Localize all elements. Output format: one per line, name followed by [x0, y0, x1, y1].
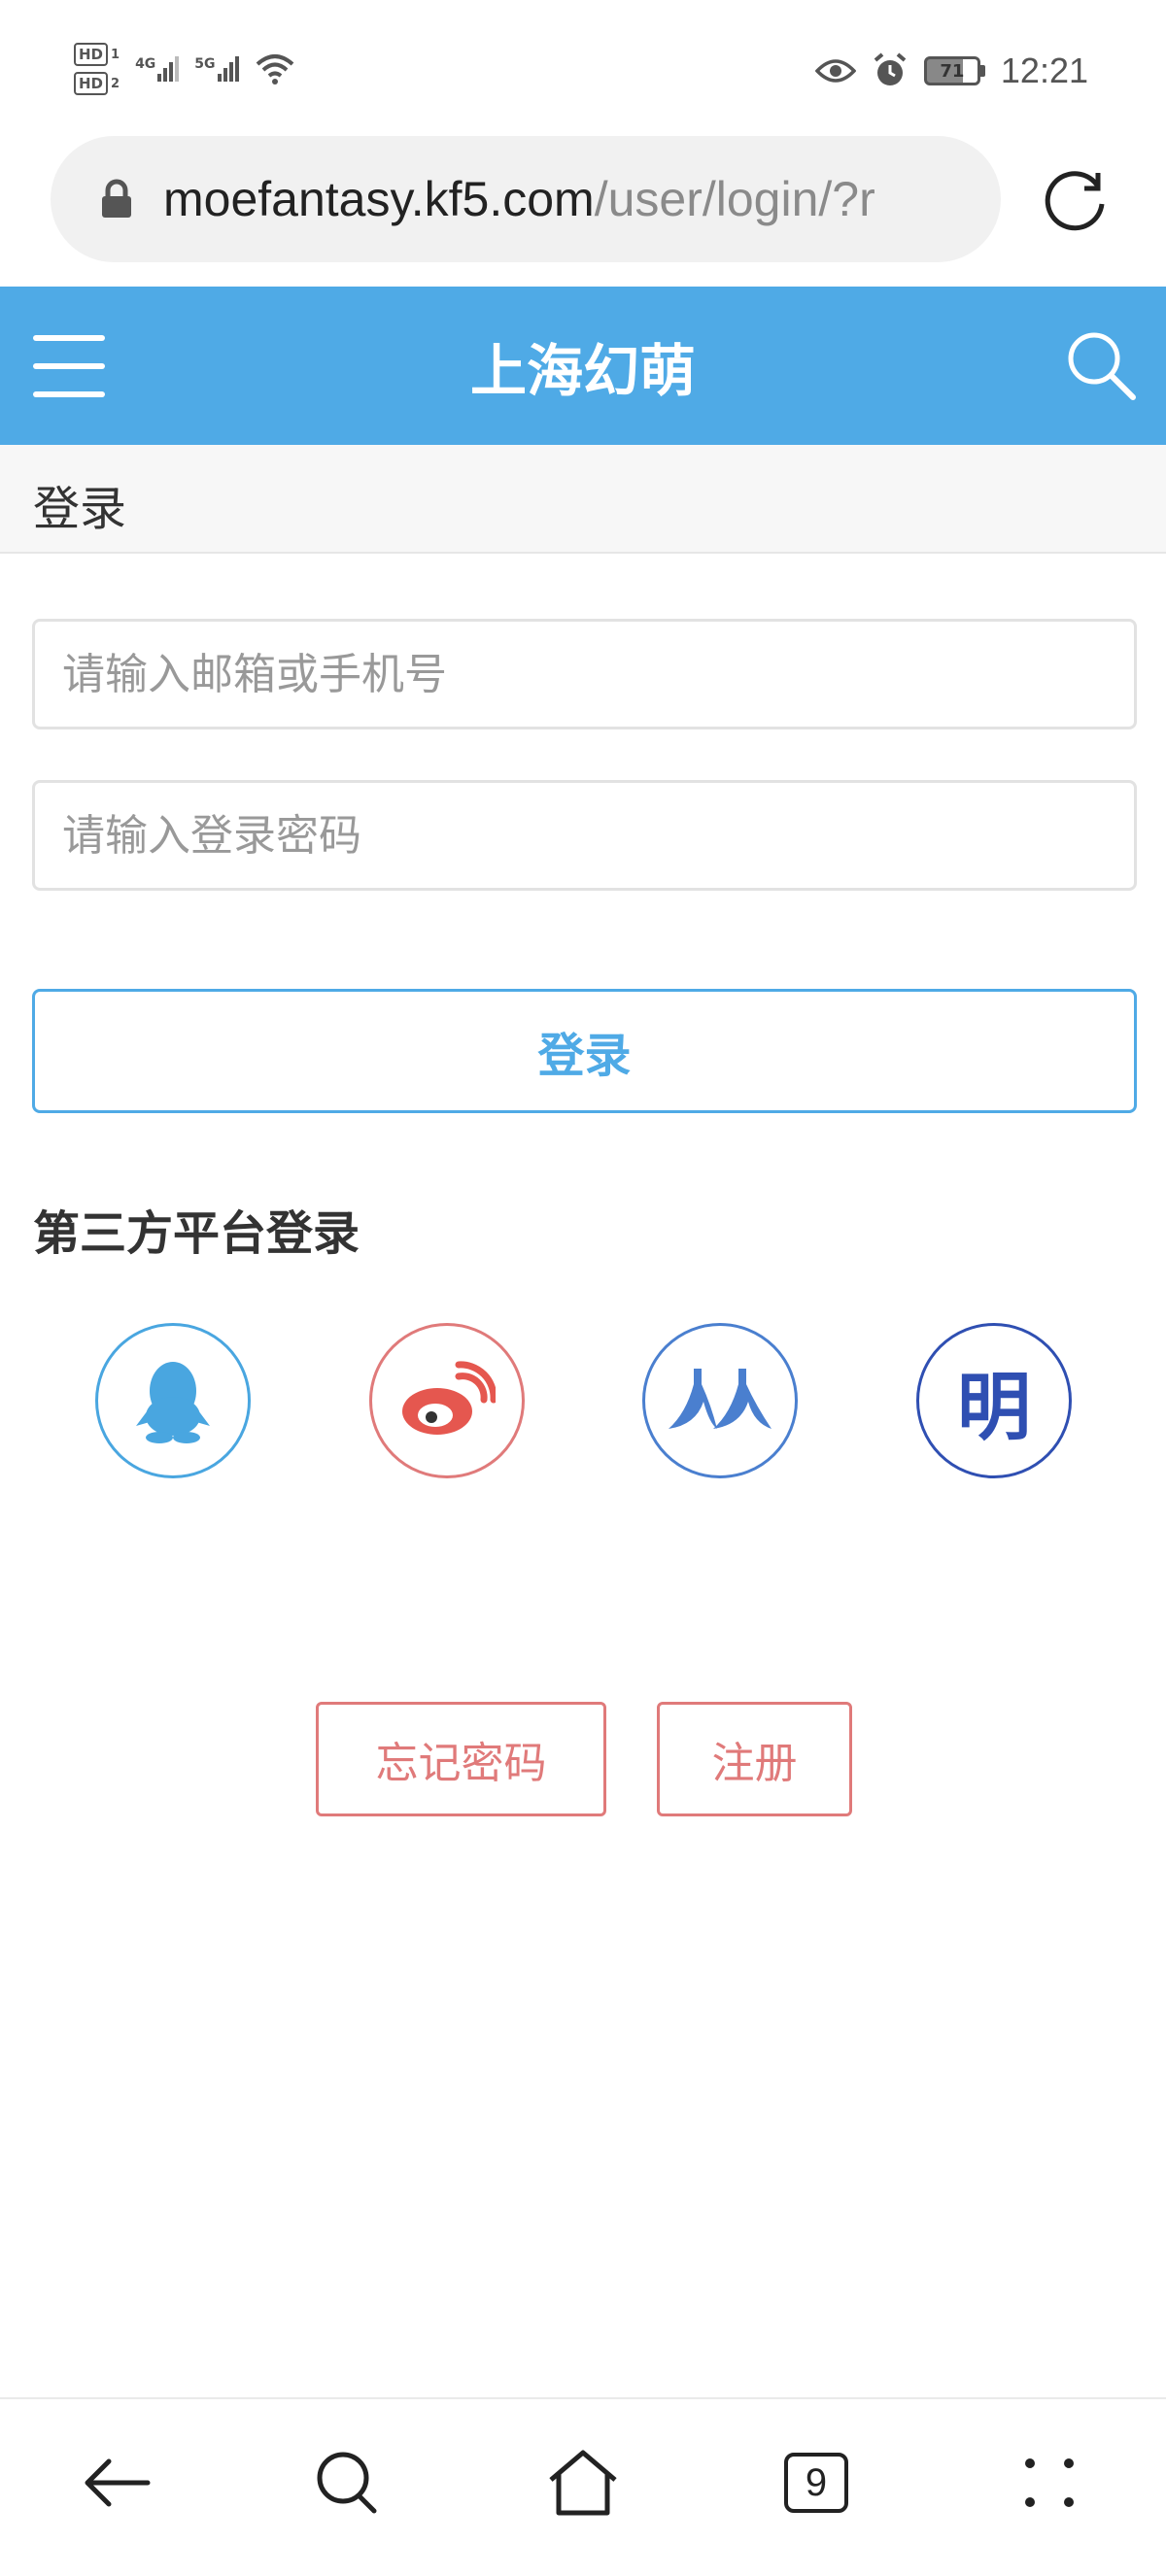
password-field[interactable] [32, 780, 1137, 891]
login-button[interactable]: 登录 [32, 989, 1137, 1113]
url-path: /user/login/?r [594, 172, 875, 226]
third-party-title: 第三方平台登录 [33, 1206, 360, 1261]
clock: 12:21 [1000, 51, 1088, 90]
more-dots-icon [1025, 2458, 1074, 2507]
wifi-icon [256, 54, 293, 85]
tab-count: 9 [784, 2453, 848, 2513]
battery-tip [979, 65, 985, 77]
sim2-slot: 2 [111, 76, 120, 91]
weibo-icon [402, 1361, 496, 1435]
account-input[interactable] [35, 622, 1134, 727]
breadcrumb: 登录 [0, 445, 1166, 554]
net1-label: 4G [135, 56, 156, 72]
weibo-login-button[interactable] [369, 1323, 525, 1478]
eye-icon [814, 59, 856, 83]
forgot-password-button[interactable]: 忘记密码 [316, 1702, 606, 1816]
status-left: HD 1 HD 2 4G 5G [74, 43, 295, 95]
signal-bar [175, 56, 180, 82]
signal-bar [157, 74, 162, 82]
battery-level: 71 [923, 56, 980, 85]
sim1-hd-label: HD [74, 43, 109, 66]
back-arrow-icon [85, 2458, 151, 2507]
status-right: 71 12:21 [814, 51, 1088, 91]
search-nav-button[interactable] [309, 2444, 387, 2522]
url-domain: moefantasy.kf5.com [163, 172, 595, 226]
home-icon [549, 2450, 617, 2516]
battery-icon: 71 [923, 56, 985, 85]
tabs-button[interactable]: 9 [777, 2444, 855, 2522]
signal-bar [163, 68, 168, 82]
signal-bar [169, 62, 174, 82]
more-menu-button[interactable] [1011, 2444, 1088, 2522]
sim1-slot: 1 [111, 47, 120, 62]
net2-label: 5G [194, 56, 216, 72]
ming-logo: 明 [957, 1364, 1031, 1450]
app-title: 上海幻萌 [469, 338, 696, 404]
home-button[interactable] [544, 2444, 622, 2522]
signal-bar [223, 68, 227, 82]
back-button[interactable] [78, 2444, 155, 2522]
browser-bottom-nav: 9 [0, 2397, 1166, 2576]
qq-login-button[interactable] [95, 1323, 251, 1478]
signal-bar [234, 56, 239, 82]
sim1-indicator: HD 1 [74, 43, 120, 66]
browser-toolbar: moefantasy.kf5.com/user/login/?r [0, 136, 1166, 287]
sim-indicators: HD 1 HD 2 [74, 43, 120, 95]
search-icon[interactable] [1065, 329, 1137, 401]
register-button[interactable]: 注册 [657, 1702, 852, 1816]
address-bar[interactable]: moefantasy.kf5.com/user/login/?r [51, 136, 1001, 262]
signal-5g-icon: 5G [194, 56, 239, 82]
renren-login-button[interactable] [642, 1323, 798, 1478]
signal-bar [228, 62, 233, 82]
ming-login-button[interactable]: 明 [916, 1323, 1072, 1478]
password-input[interactable] [35, 783, 1134, 888]
search-icon [317, 2452, 377, 2514]
reload-icon[interactable] [1042, 165, 1112, 235]
qq-icon [136, 1362, 210, 1443]
signal-bar [217, 74, 222, 82]
alarm-icon [874, 52, 907, 85]
app-header: 上海幻萌 [0, 287, 1166, 445]
sim2-hd-label: HD [74, 72, 109, 95]
breadcrumb-label: 登录 [33, 482, 127, 536]
renren-icon [669, 1369, 772, 1429]
lock-icon [97, 177, 136, 221]
url-text[interactable]: moefantasy.kf5.com/user/login/?r [163, 171, 875, 227]
status-bar: HD 1 HD 2 4G 5G 71 12:21 [0, 0, 1166, 136]
sim2-indicator: HD 2 [74, 72, 120, 95]
account-field[interactable] [32, 619, 1137, 729]
signal-4g-icon: 4G [135, 56, 180, 82]
